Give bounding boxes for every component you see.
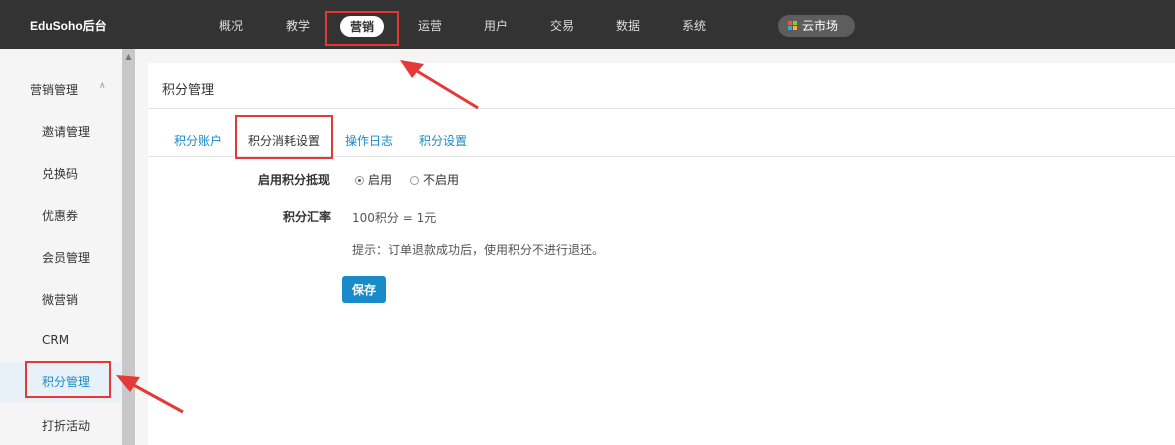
apps-grid-icon — [788, 21, 798, 31]
nav-teaching[interactable]: 教学 — [286, 17, 310, 34]
radio-disable[interactable]: 不启用 — [410, 171, 459, 188]
title-divider — [148, 108, 1175, 109]
save-button[interactable]: 保存 — [342, 276, 386, 303]
nav-overview[interactable]: 概况 — [219, 17, 243, 34]
refund-hint: 提示：订单退款成功后，使用积分不进行退还。 — [352, 243, 605, 257]
radio-enable-label: 启用 — [368, 173, 393, 187]
highlight-box-sidebar — [25, 361, 111, 398]
radio-checked-icon[interactable] — [355, 176, 364, 185]
sidebar-item-discount[interactable]: 打折活动 — [42, 417, 90, 434]
highlight-box-nav — [325, 11, 399, 46]
tab-operation-log[interactable]: 操作日志 — [345, 132, 393, 149]
cloud-market-button[interactable]: 云市场 — [778, 15, 855, 37]
sidebar-item-invite[interactable]: 邀请管理 — [42, 123, 90, 140]
radio-enable[interactable]: 启用 — [355, 171, 392, 188]
radio-disable-label: 不启用 — [423, 173, 460, 187]
sidebar-scrollbar[interactable]: ▲ — [122, 49, 135, 445]
sidebar-item-membership[interactable]: 会员管理 — [42, 249, 90, 266]
highlight-box-tab — [235, 115, 333, 159]
radio-unchecked-icon[interactable] — [410, 176, 419, 185]
top-navbar: EduSoho后台 概况 教学 营销 运营 用户 交易 数据 系统 云市场 — [0, 0, 1175, 49]
exchange-rate-value: 100积分 = 1元 — [352, 211, 437, 225]
brand-logo[interactable]: EduSoho后台 — [30, 17, 107, 34]
nav-operations[interactable]: 运营 — [418, 17, 442, 34]
scroll-up-icon[interactable]: ▲ — [122, 52, 135, 61]
sidebar-item-redeem-code[interactable]: 兑换码 — [42, 165, 78, 182]
nav-system[interactable]: 系统 — [682, 17, 706, 34]
nav-trade[interactable]: 交易 — [550, 17, 574, 34]
exchange-rate-label: 积分汇率 — [283, 210, 332, 224]
nav-data[interactable]: 数据 — [616, 17, 640, 34]
sidebar-item-wechat-marketing[interactable]: 微营销 — [42, 291, 78, 308]
cloud-market-label: 云市场 — [802, 19, 839, 33]
sidebar-item-crm[interactable]: CRM — [42, 333, 69, 347]
nav-users[interactable]: 用户 — [484, 17, 508, 34]
chevron-up-icon[interactable]: ∧ — [99, 81, 106, 91]
tab-points-settings[interactable]: 积分设置 — [419, 132, 467, 149]
sidebar-group-marketing[interactable]: 营销管理 — [30, 81, 78, 98]
enable-points-label: 启用积分抵现 — [258, 173, 331, 187]
page-title: 积分管理 — [162, 83, 215, 98]
tab-points-account[interactable]: 积分账户 — [174, 132, 222, 149]
sidebar-item-coupon[interactable]: 优惠券 — [42, 207, 78, 224]
